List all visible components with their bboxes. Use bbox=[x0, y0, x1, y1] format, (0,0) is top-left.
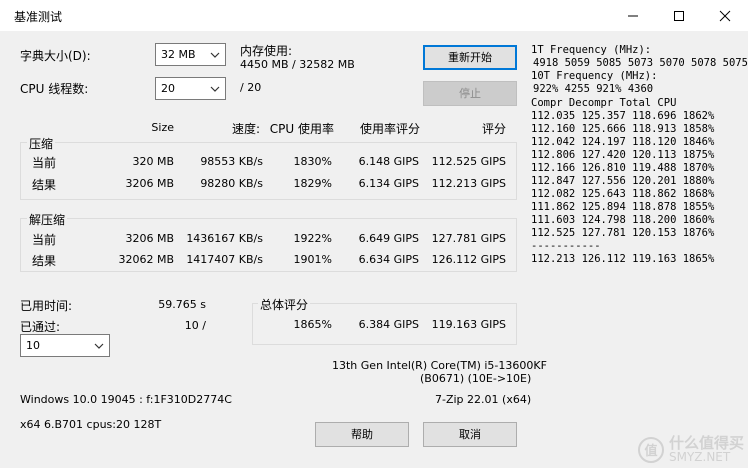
compress-result-rating: 112.213 GIPS bbox=[431, 177, 506, 190]
chevron-down-icon bbox=[94, 343, 104, 349]
total-rating: 119.163 GIPS bbox=[431, 318, 506, 331]
decompress-current-cpu: 1922% bbox=[293, 232, 332, 245]
watermark-site: SMYZ.NET bbox=[668, 450, 731, 464]
version-info: 7-Zip 22.01 (x64) bbox=[435, 393, 532, 406]
passes-select[interactable]: 10 bbox=[20, 334, 110, 357]
history-row: 112.160 125.666 118.913 1858% bbox=[531, 123, 715, 135]
memory-usage-value: 4450 MB / 32582 MB bbox=[240, 58, 355, 71]
decompress-current-size: 3206 MB bbox=[125, 232, 174, 245]
dict-size-select[interactable]: 32 MB bbox=[155, 43, 226, 66]
col-rating-header: 评分 bbox=[481, 122, 506, 136]
history-row: 112.082 125.643 118.862 1868% bbox=[531, 188, 715, 200]
history-row: 111.862 125.894 118.878 1855% bbox=[531, 201, 715, 213]
watermark-logo-icon: 值 bbox=[637, 437, 664, 463]
restart-button[interactable]: 重新开始 bbox=[423, 45, 517, 70]
history-header: Compr Decompr Total CPU bbox=[531, 97, 677, 109]
window-title: 基准测试 bbox=[14, 10, 63, 24]
minimize-icon bbox=[628, 15, 638, 16]
passes-value: 10 bbox=[26, 339, 40, 352]
decompress-current-speed: 1436167 KB/s bbox=[186, 232, 263, 245]
cpu-id: (B0671) (10E->10E) bbox=[420, 372, 532, 385]
compress-result-speed: 98280 KB/s bbox=[200, 177, 263, 190]
os-info: Windows 10.0 19045 : f:1F310D2774C bbox=[20, 393, 232, 406]
compress-current-label: 当前 bbox=[32, 156, 57, 170]
compress-group bbox=[20, 142, 517, 200]
cancel-button[interactable]: 取消 bbox=[423, 422, 517, 447]
svg-text:值: 值 bbox=[644, 443, 657, 459]
history-separator: ----------- bbox=[531, 240, 601, 252]
history-row: 112.847 127.556 120.201 1880% bbox=[531, 175, 715, 187]
minimize-button[interactable] bbox=[610, 0, 656, 31]
compress-group-title: 压缩 bbox=[27, 135, 56, 152]
total-rating-title: 总体评分 bbox=[258, 296, 311, 313]
elapsed-time-value: 59.765 s bbox=[158, 298, 206, 311]
watermark-text: 什么值得买 bbox=[668, 434, 744, 452]
col-size-header: Size bbox=[151, 121, 174, 134]
decompress-result-usage-rating: 6.634 GIPS bbox=[358, 253, 419, 266]
compress-current-usage-rating: 6.148 GIPS bbox=[358, 155, 419, 168]
watermark: 值 什么值得买 SMYZ.NET bbox=[637, 436, 744, 464]
freq-1t-values: 4918 5059 5085 5073 5070 5078 5075 bbox=[533, 57, 748, 69]
history-row: 112.166 126.810 119.488 1870% bbox=[531, 162, 715, 174]
history-row: 112.042 124.197 118.120 1846% bbox=[531, 136, 715, 148]
cpu-threads-label: CPU 线程数: bbox=[20, 82, 89, 96]
maximize-icon bbox=[674, 10, 684, 21]
cpu-threads-value: 20 bbox=[161, 82, 175, 95]
compress-current-rating: 112.525 GIPS bbox=[431, 155, 506, 168]
compress-current-size: 320 MB bbox=[132, 155, 174, 168]
memory-usage-label: 内存使用: bbox=[240, 44, 293, 58]
decompress-group-title: 解压缩 bbox=[27, 211, 68, 228]
history-row: 112.035 125.357 118.696 1862% bbox=[531, 110, 715, 122]
col-speed-header: 速度: bbox=[231, 122, 260, 136]
cpu-model: 13th Gen Intel(R) Core(TM) i5-13600KF bbox=[332, 359, 547, 372]
stop-button[interactable]: 停止 bbox=[423, 81, 517, 106]
cpu-threads-select[interactable]: 20 bbox=[155, 77, 226, 100]
decompress-result-size: 32062 MB bbox=[118, 253, 174, 266]
decompress-result-rating: 126.112 GIPS bbox=[431, 253, 506, 266]
compress-current-speed: 98553 KB/s bbox=[200, 155, 263, 168]
freq-10t-values: 922% 4255 921% 4360 bbox=[533, 83, 654, 95]
elapsed-time-label: 已用时间: bbox=[20, 299, 73, 313]
compress-result-usage-rating: 6.134 GIPS bbox=[358, 177, 419, 190]
close-icon bbox=[719, 10, 731, 21]
compress-result-size: 3206 MB bbox=[125, 177, 174, 190]
maximize-button[interactable] bbox=[656, 0, 702, 31]
decompress-current-rating: 127.781 GIPS bbox=[431, 232, 506, 245]
decompress-current-label: 当前 bbox=[32, 233, 57, 247]
history-row: 111.603 124.798 118.200 1860% bbox=[531, 214, 715, 226]
freq-1t-label: 1T Frequency (MHz): bbox=[531, 44, 652, 56]
close-button[interactable] bbox=[702, 0, 748, 31]
passed-value: 10 / bbox=[184, 319, 206, 332]
total-usage-rating: 6.384 GIPS bbox=[358, 318, 419, 331]
passed-label: 已通过: bbox=[20, 320, 61, 334]
decompress-result-label: 结果 bbox=[32, 254, 57, 268]
col-cpu-usage-header: CPU 使用率 bbox=[269, 122, 334, 136]
freq-10t-label: 10T Frequency (MHz): bbox=[531, 70, 658, 82]
help-button[interactable]: 帮助 bbox=[315, 422, 409, 447]
compress-current-cpu: 1830% bbox=[293, 155, 332, 168]
dict-size-value: 32 MB bbox=[161, 48, 196, 61]
compress-result-cpu: 1829% bbox=[293, 177, 332, 190]
history-row: 112.806 127.420 120.113 1875% bbox=[531, 149, 715, 161]
total-cpu-usage: 1865% bbox=[293, 318, 332, 331]
chevron-down-icon bbox=[210, 86, 220, 92]
history-row: 112.525 127.781 120.153 1876% bbox=[531, 227, 715, 239]
decompress-result-speed: 1417407 KB/s bbox=[186, 253, 263, 266]
dict-size-label: 字典大小(D): bbox=[20, 49, 91, 63]
history-total-row: 112.213 126.112 119.163 1865% bbox=[531, 253, 715, 265]
arch-info: x64 6.B701 cpus:20 128T bbox=[20, 418, 162, 431]
compress-result-label: 结果 bbox=[32, 178, 57, 192]
decompress-current-usage-rating: 6.649 GIPS bbox=[358, 232, 419, 245]
decompress-result-cpu: 1901% bbox=[293, 253, 332, 266]
chevron-down-icon bbox=[210, 52, 220, 58]
col-usage-rating-header: 使用率评分 bbox=[359, 122, 420, 136]
cpu-threads-total: / 20 bbox=[240, 81, 262, 94]
